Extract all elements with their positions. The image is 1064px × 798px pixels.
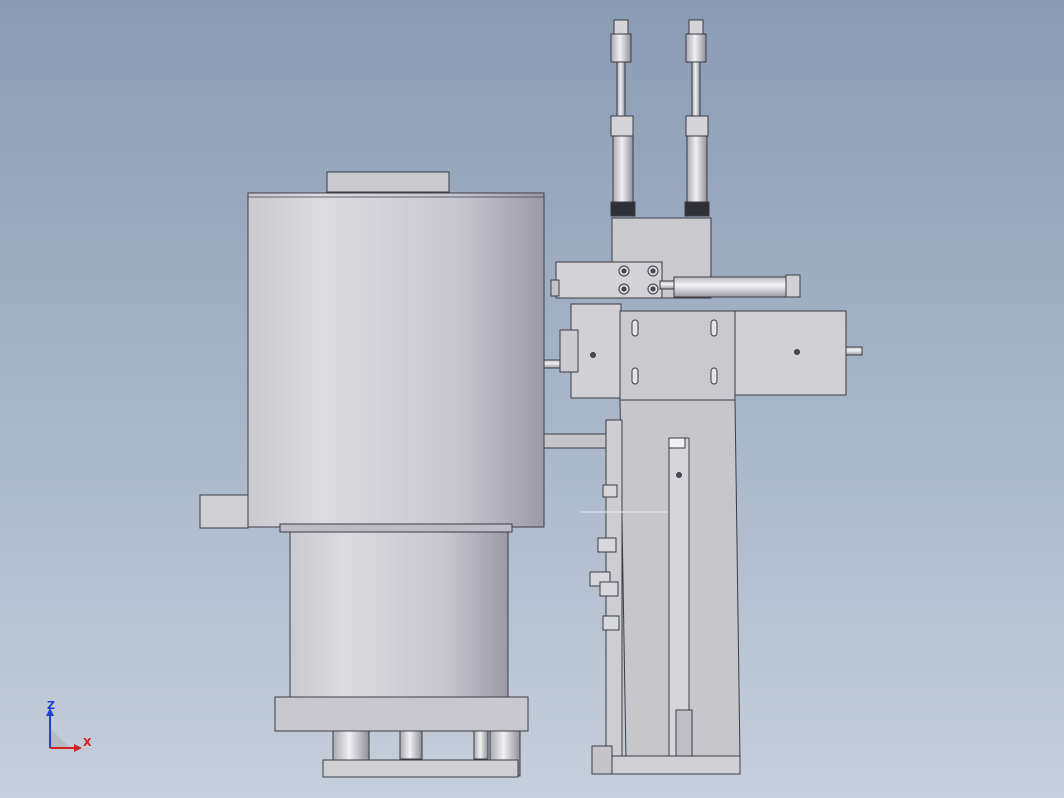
v-cyl-left-barrel	[612, 135, 634, 203]
motor-main-cylinder	[247, 192, 545, 528]
guide-rail-top	[668, 437, 686, 449]
clamp-block	[555, 261, 663, 299]
right-bracket	[733, 310, 847, 396]
v-cyl-right-base	[684, 201, 710, 217]
left-bracket-inner	[559, 329, 579, 373]
link-arm	[543, 433, 611, 449]
clamp-block-tab	[550, 279, 560, 297]
triad-plane	[50, 728, 70, 748]
main-frame[interactable]	[550, 217, 863, 775]
v-cyl-right-rod	[691, 61, 701, 117]
slot-2	[710, 319, 718, 337]
small-shaft-left	[543, 359, 563, 369]
frame-base-foot	[591, 745, 613, 775]
slot-1	[631, 319, 639, 337]
inner-bar	[675, 709, 693, 757]
z-axis-label: Z	[47, 699, 55, 712]
motor-post-3	[473, 730, 489, 760]
v-cyl-left-nut-top	[613, 19, 629, 35]
v-cyl-left-head	[610, 33, 632, 63]
v-cyl-left-gland	[610, 115, 634, 137]
sensor-1	[602, 484, 618, 498]
motor-bottom-flange	[274, 696, 529, 732]
motor-mid-flange	[279, 523, 513, 533]
slot-3	[631, 367, 639, 385]
frame-base-plate	[593, 755, 741, 775]
motor-lower-cylinder	[289, 531, 509, 699]
motor-post-2	[399, 730, 423, 760]
sensor-4	[599, 581, 619, 597]
bracket-hole-right	[794, 349, 800, 355]
v-cyl-right-nut-top	[688, 19, 704, 35]
assembly-model[interactable]	[0, 0, 1064, 798]
motor-assembly[interactable]	[199, 171, 611, 778]
bracket-hole-left	[590, 352, 596, 358]
guide-rail	[668, 437, 690, 757]
cad-viewport[interactable]: Z X	[0, 0, 1064, 798]
coordinate-triad: Z X	[46, 699, 92, 752]
motor-side-connector	[199, 494, 249, 529]
v-cyl-left-base	[610, 201, 636, 217]
v-cyl-right-barrel	[686, 135, 708, 203]
motor-base-plate	[322, 759, 519, 778]
x-axis-label: X	[83, 736, 92, 749]
x-axis-arrow	[74, 744, 82, 752]
right-bracket-pin	[845, 346, 863, 356]
vertical-cylinders[interactable]	[610, 19, 710, 217]
sensor-5	[602, 615, 620, 631]
h-cyl-endcap	[785, 274, 801, 298]
slot-4	[710, 367, 718, 385]
v-cyl-right-gland	[685, 115, 709, 137]
v-cyl-right-head	[685, 33, 707, 63]
v-cyl-left-rod	[616, 61, 626, 117]
motor-top-cap	[326, 171, 450, 193]
h-cyl-barrel	[673, 276, 789, 298]
sensor-2	[597, 537, 617, 553]
